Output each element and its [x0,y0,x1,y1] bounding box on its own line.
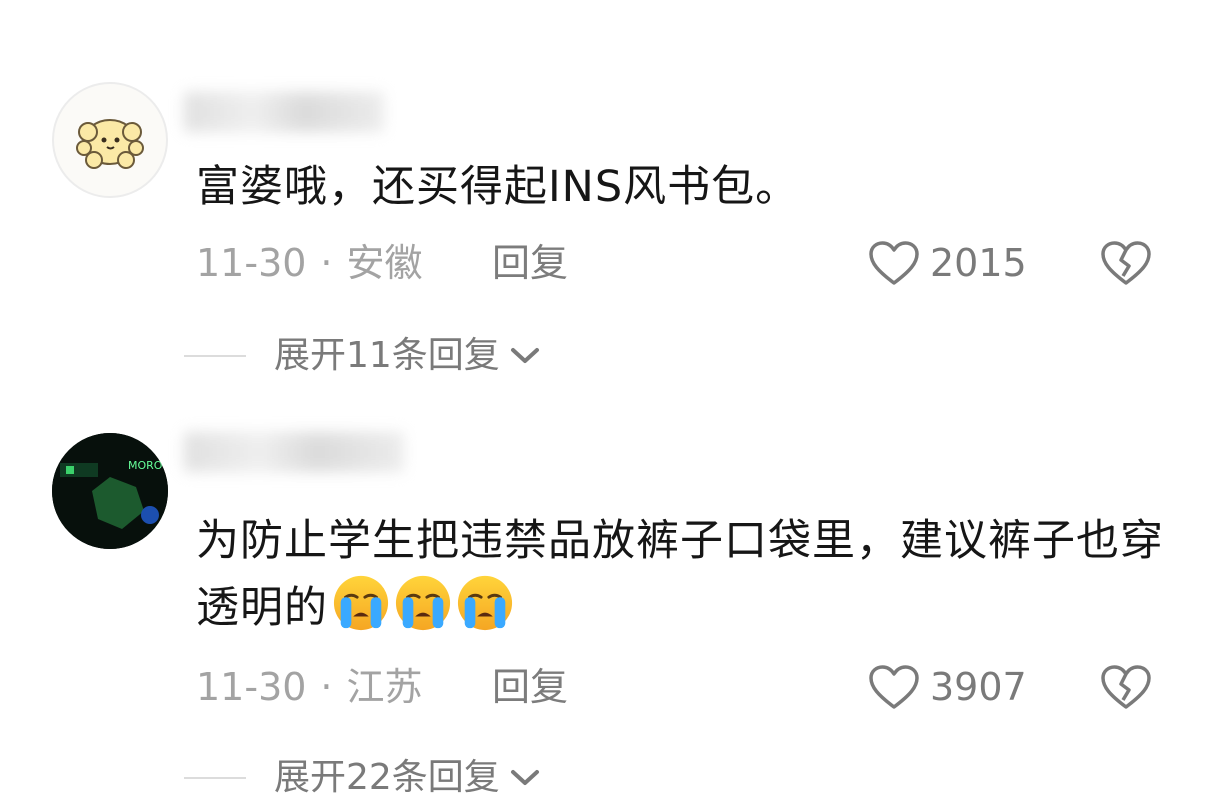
broken-heart-icon [1101,241,1151,285]
chevron-down-icon [510,770,539,785]
comment-location: 江苏 [346,665,423,709]
crying-face-emoji [328,575,390,633]
comment-meta: 11-30 · 江苏 [196,662,423,712]
comment-text: 富婆哦，还买得起INS风书包。 [196,162,800,212]
comment-date: 11-30 [196,241,307,285]
puppy-avatar-image [76,119,144,169]
comment-date: 11-30 [196,665,307,709]
crying-face-emoji [452,575,514,633]
separator-dot: · [320,665,333,709]
like-button[interactable]: 2015 [868,238,1027,288]
chevron-down-icon [510,348,539,363]
divider-line [184,777,246,779]
avatar[interactable]: MORO [52,433,168,549]
reply-button[interactable]: 回复 [492,238,568,288]
heart-icon [869,241,919,285]
svg-text:MORO: MORO [128,459,163,472]
broken-heart-icon [1101,665,1151,709]
dislike-button[interactable] [1100,664,1152,714]
username-blurred[interactable] [184,92,384,132]
reply-button[interactable]: 回复 [492,662,568,712]
like-count: 3907 [930,665,1027,709]
expand-replies-label: 展开11条回复 [274,335,500,376]
divider-line [184,355,246,357]
crying-face-emoji [390,575,452,633]
separator-dot: · [320,241,333,285]
expand-replies-label: 展开22条回复 [274,757,500,798]
avatar[interactable] [52,82,168,198]
dark-avatar-image: MORO [52,433,168,549]
like-button[interactable]: 3907 [868,662,1027,712]
like-count: 2015 [930,241,1027,285]
comment-text: 为防止学生把违禁品放裤子口袋里，建议裤子也穿透明的 [196,508,1186,641]
expand-replies-button[interactable]: 展开22条回复 [184,754,542,802]
expand-replies-button[interactable]: 展开11条回复 [184,332,542,380]
dislike-button[interactable] [1100,240,1152,290]
comment-location: 安徽 [346,241,423,285]
username-blurred[interactable] [184,432,404,472]
comment-meta: 11-30 · 安徽 [196,238,423,288]
heart-icon [869,665,919,709]
